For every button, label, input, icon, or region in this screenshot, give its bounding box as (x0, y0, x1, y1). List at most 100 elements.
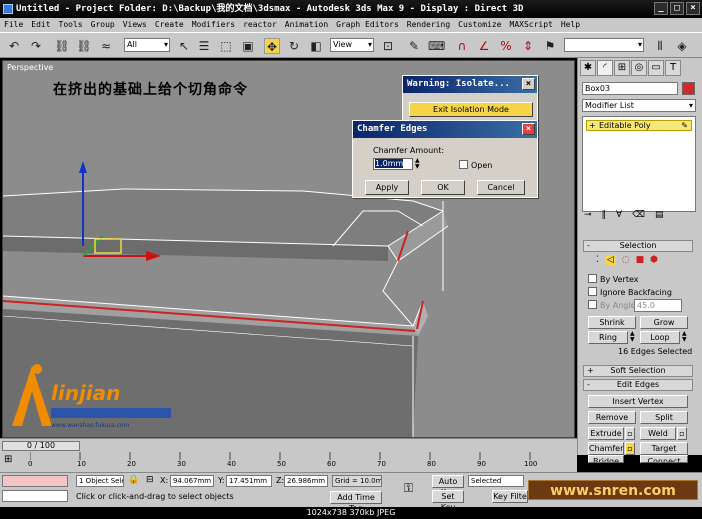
window-crossing-icon[interactable]: ▣ (240, 38, 256, 54)
menu-help[interactable]: Help (561, 18, 580, 32)
menu-modifiers[interactable]: Modifiers (192, 18, 235, 32)
stack-item-editable-poly[interactable]: + Editable Poly ✎ (586, 120, 692, 131)
vertex-level-icon[interactable]: ⁚ (596, 255, 599, 265)
modifier-list-select[interactable]: Modifier List ▾ (582, 99, 696, 112)
loop-button[interactable]: Loop (640, 331, 680, 344)
remove-modifier-icon[interactable]: ⌫ (632, 210, 645, 220)
selection-filter-select[interactable]: All (124, 38, 170, 52)
menu-maxscript[interactable]: MAXScript (510, 18, 553, 32)
cancel-button[interactable]: Cancel (477, 180, 525, 195)
menu-customize[interactable]: Customize (458, 18, 501, 32)
menu-edit[interactable]: Edit (31, 18, 50, 32)
reference-coord-select[interactable]: View (330, 38, 374, 52)
by-angle-checkbox[interactable]: By Angle: (588, 300, 638, 311)
weld-settings-icon[interactable]: ▫ (677, 427, 687, 440)
pivot-center-icon[interactable]: ⊡ (380, 38, 396, 54)
apply-button[interactable]: Apply (365, 180, 409, 195)
link-icon[interactable]: ⛓ (54, 38, 70, 54)
chamfer-amount-spinner[interactable]: ▲ ▼ (415, 158, 423, 170)
chamfer-settings-icon[interactable]: ▫ (625, 442, 635, 455)
set-key-button[interactable]: Set Key (432, 490, 464, 512)
key-selection-set-select[interactable]: Selected (468, 475, 524, 487)
select-rotate-icon[interactable]: ↻ (286, 38, 302, 54)
percent-snap-icon[interactable]: % (498, 38, 514, 54)
ring-spinner[interactable]: ▲ ▼ (630, 331, 638, 344)
chamfer-close-icon[interactable]: × (522, 123, 535, 135)
warning-close-icon[interactable]: × (522, 78, 535, 90)
mirror-icon[interactable]: ⫴ (652, 38, 668, 54)
polygon-level-icon[interactable]: ■ (636, 255, 645, 265)
menu-tools[interactable]: Tools (59, 18, 83, 32)
remove-button[interactable]: Remove (588, 411, 636, 424)
utilities-tab-icon[interactable]: T (665, 60, 681, 76)
loop-spinner[interactable]: ▲ ▼ (682, 331, 690, 344)
menu-views[interactable]: Views (123, 18, 147, 32)
spinner-snap-icon[interactable]: ⇕ (520, 38, 536, 54)
border-level-icon[interactable]: ◌ (622, 255, 630, 265)
make-unique-icon[interactable]: ∀ (616, 210, 622, 220)
exit-isolation-button[interactable]: Exit Isolation Mode (409, 102, 533, 117)
menu-create[interactable]: Create (155, 18, 184, 32)
split-button[interactable]: Split (640, 411, 688, 424)
x-coordinate-field[interactable]: 94.067mm (170, 475, 214, 487)
track-bar[interactable]: ⊞ 0 10 20 30 40 50 60 70 80 90 100 (0, 452, 577, 472)
ring-button[interactable]: Ring (588, 331, 628, 344)
by-vertex-checkbox[interactable]: By Vertex (588, 274, 638, 285)
snap-3d-icon[interactable]: ∩ (454, 38, 470, 54)
menu-file[interactable]: File (4, 18, 23, 32)
extrude-settings-icon[interactable]: ▫ (625, 427, 635, 440)
extrude-button[interactable]: Extrude (588, 427, 624, 440)
shrink-button[interactable]: Shrink (588, 316, 636, 329)
time-slider[interactable]: 0 / 100 (2, 441, 80, 451)
pin-stack-icon[interactable]: ⊸ (584, 210, 592, 220)
lock-selection-icon[interactable]: 🔒 (128, 475, 139, 485)
unlink-icon[interactable]: ⛓ (76, 38, 92, 54)
angle-value-field[interactable]: 45.0 (634, 299, 682, 312)
close-button[interactable]: × (686, 2, 700, 15)
ignore-backfacing-checkbox[interactable]: Ignore Backfacing (588, 287, 672, 298)
menu-graph-editors[interactable]: Graph Editors (336, 18, 399, 32)
rect-selection-icon[interactable]: ⬚ (218, 38, 234, 54)
create-tab-icon[interactable]: ✱ (580, 60, 596, 76)
insert-vertex-button[interactable]: Insert Vertex (588, 395, 688, 408)
minimize-button[interactable]: _ (654, 2, 668, 15)
open-checkbox[interactable]: Open (459, 160, 492, 171)
y-coordinate-field[interactable]: 17.451mm (226, 475, 272, 487)
key-filters-button[interactable]: Key Filte (492, 490, 528, 503)
object-color-swatch[interactable] (682, 82, 695, 95)
soft-selection-rollout-header[interactable]: + Soft Selection (583, 365, 693, 377)
edit-edges-rollout-header[interactable]: - Edit Edges (583, 379, 693, 391)
align-icon[interactable]: ◈ (674, 38, 690, 54)
weld-button[interactable]: Weld (640, 427, 676, 440)
angle-snap-icon[interactable]: ∠ (476, 38, 492, 54)
hierarchy-tab-icon[interactable]: ⊞ (614, 60, 630, 76)
auto-key-button[interactable]: Auto Key (432, 475, 464, 497)
display-tab-icon[interactable]: ▭ (648, 60, 664, 76)
set-key-mode-icon[interactable]: ⚿ (404, 481, 413, 496)
maxscript-output-field[interactable] (2, 490, 68, 502)
configure-sets-icon[interactable]: ▤ (655, 210, 664, 220)
bind-space-warp-icon[interactable]: ≈ (98, 38, 114, 54)
curve-editor-icon[interactable]: ⊞ (4, 454, 12, 465)
select-move-icon[interactable]: ✥ (264, 38, 280, 54)
chamfer-button[interactable]: Chamfer (588, 442, 624, 455)
z-coordinate-field[interactable]: 26.986mm (284, 475, 328, 487)
menu-group[interactable]: Group (91, 18, 115, 32)
chamfer-amount-input[interactable]: 1.0mm (373, 158, 413, 170)
select-manipulate-icon[interactable]: ✎ (406, 38, 422, 54)
redo-icon[interactable]: ↷ (28, 38, 44, 54)
modify-tab-icon[interactable]: ◜ (597, 60, 613, 76)
keyboard-shortcut-icon[interactable]: ⌨ (428, 38, 445, 54)
named-selection-icon[interactable]: ⚑ (542, 38, 558, 54)
menu-animation[interactable]: Animation (285, 18, 328, 32)
ok-button[interactable]: OK (421, 180, 465, 195)
undo-icon[interactable]: ↶ (6, 38, 22, 54)
object-name-field[interactable]: Box03 (582, 82, 678, 95)
bridge-button[interactable]: Bridge (588, 455, 624, 463)
absolute-mode-icon[interactable]: ⊟ (146, 475, 154, 485)
motion-tab-icon[interactable]: ◎ (631, 60, 647, 76)
select-scale-icon[interactable]: ◧ (308, 38, 324, 54)
edge-level-icon[interactable]: ◁ (604, 255, 616, 265)
named-selection-sets-select[interactable] (564, 38, 644, 52)
select-by-name-icon[interactable]: ☰ (196, 38, 212, 54)
